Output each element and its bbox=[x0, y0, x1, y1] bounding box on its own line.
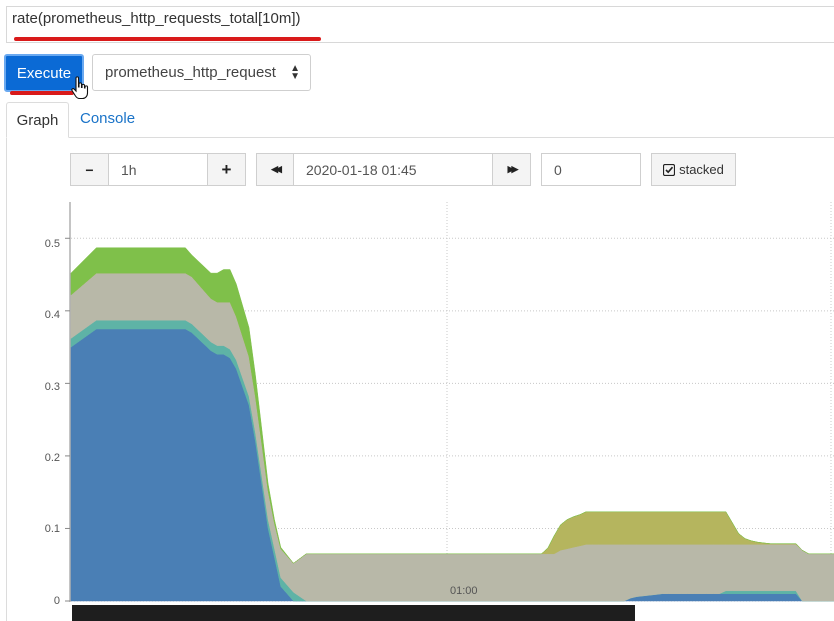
stacked-area-chart: 01:00 bbox=[65, 202, 834, 602]
x-tick-label: 01:00 bbox=[450, 585, 478, 597]
legend-bar bbox=[72, 605, 635, 621]
